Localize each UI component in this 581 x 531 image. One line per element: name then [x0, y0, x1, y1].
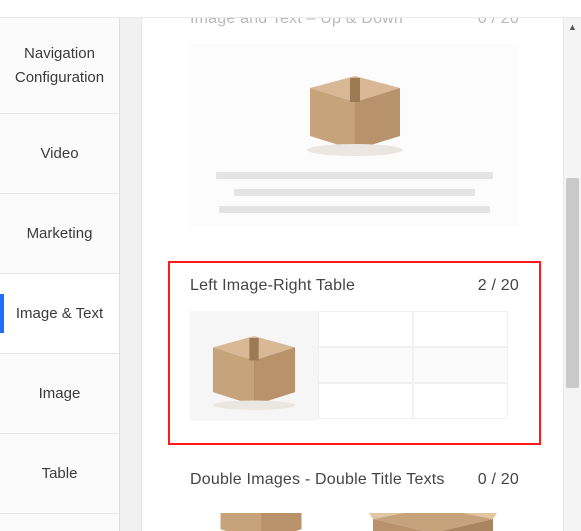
placeholder-line	[216, 172, 493, 179]
sidebar-item-label: Table	[42, 465, 78, 482]
vertical-scrollbar[interactable]: ▲	[563, 18, 581, 531]
top-bar	[0, 0, 581, 18]
card-counter: 2 / 20	[478, 277, 519, 295]
open-box-image-icon	[362, 513, 504, 531]
placeholder-line	[234, 189, 475, 196]
sidebar-item-video[interactable]: Video	[0, 114, 119, 194]
main-panel: Image and Text – Up & Down 0 / 20	[142, 18, 581, 531]
text-placeholder-lines	[204, 172, 505, 213]
table-cell	[413, 383, 508, 419]
sidebar-item-navigation-configuration[interactable]: Navigation Configuration	[0, 18, 119, 114]
main-layout: Navigation Configuration Video Marketing…	[0, 18, 581, 531]
sidebar-item-image[interactable]: Image	[0, 354, 119, 434]
sidebar-item-label: Video	[40, 145, 78, 162]
sidebar-item-marketing[interactable]: Marketing	[0, 194, 119, 274]
card-header: Image and Text – Up & Down 0 / 20	[190, 18, 519, 28]
card-counter: 0 / 20	[478, 18, 519, 28]
gutter	[120, 18, 142, 531]
box-image-icon	[190, 513, 332, 531]
card-header: Double Images - Double Title Texts 0 / 2…	[190, 471, 519, 489]
card-counter: 0 / 20	[478, 471, 519, 489]
sidebar-item-table[interactable]: Table	[0, 434, 119, 514]
table-cell	[318, 347, 413, 383]
sidebar-item-image-and-text[interactable]: Image & Text	[0, 274, 119, 354]
placeholder-line	[219, 206, 490, 213]
scrollbar-thumb[interactable]	[566, 178, 579, 388]
card-image-text-up-down[interactable]: Image and Text – Up & Down 0 / 20	[168, 18, 541, 251]
scroll-up-glyph: ▲	[568, 22, 577, 32]
box-image-icon	[190, 311, 318, 421]
sidebar: Navigation Configuration Video Marketing…	[0, 18, 120, 531]
content-scroll-area: Image and Text – Up & Down 0 / 20	[142, 18, 559, 531]
card-left-image-right-table[interactable]: Left Image-Right Table 2 / 20	[168, 261, 541, 445]
sidebar-item-label: Image	[39, 385, 81, 402]
table-cell	[318, 311, 413, 347]
card-title: Left Image-Right Table	[190, 277, 355, 295]
card-double-images-double-title-texts[interactable]: Double Images - Double Title Texts 0 / 2…	[168, 455, 541, 531]
sidebar-item-label: Navigation Configuration	[4, 42, 115, 90]
table-cell	[413, 347, 508, 383]
scroll-up-arrow-icon[interactable]: ▲	[564, 22, 581, 32]
card-preview	[190, 44, 519, 227]
card-header: Left Image-Right Table 2 / 20	[190, 277, 519, 295]
sidebar-item-label: Marketing	[27, 225, 93, 242]
table-cell	[413, 311, 508, 347]
card-title: Image and Text – Up & Down	[190, 18, 403, 28]
card-title: Double Images - Double Title Texts	[190, 471, 445, 489]
sidebar-item-label: Image & Text	[16, 305, 103, 322]
card-preview	[190, 505, 519, 531]
box-image-icon	[290, 58, 420, 158]
table-preview	[318, 311, 508, 421]
card-preview	[190, 311, 519, 421]
table-cell	[318, 383, 413, 419]
